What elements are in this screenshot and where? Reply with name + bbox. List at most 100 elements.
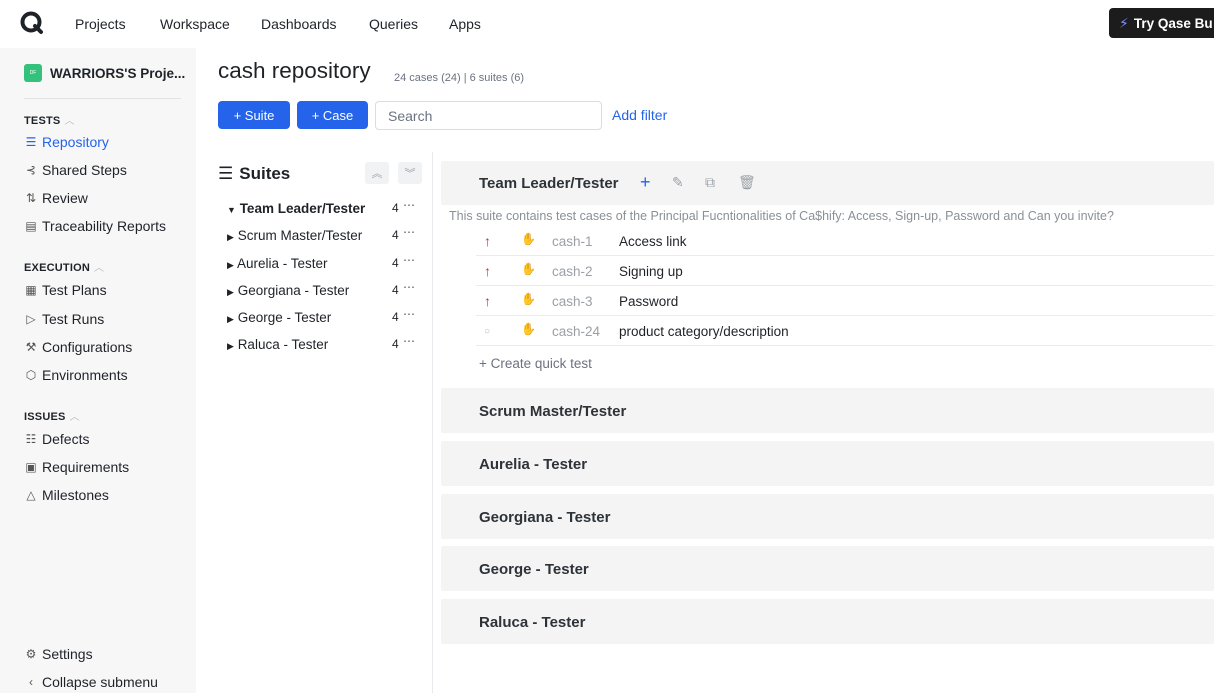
section-issues-label: ISSUES	[24, 411, 66, 423]
try-qase-label: Try Qase Bu	[1133, 15, 1213, 31]
suite-header[interactable]: Georgiana - Tester	[441, 494, 1214, 539]
sidebar-item-defects[interactable]: ☷ Defects	[24, 431, 90, 447]
more-icon[interactable]: ⋯	[403, 198, 415, 212]
more-icon[interactable]: ⋯	[403, 307, 415, 321]
add-suite-button[interactable]: + Suite	[218, 101, 290, 129]
sidebar-item-label: Shared Steps	[42, 162, 127, 178]
hand-icon: ✋	[521, 322, 536, 336]
sidebar-item-review[interactable]: ⇅ Review	[24, 190, 88, 206]
project-badge: DF	[24, 64, 42, 82]
requirements-icon: ▣	[25, 460, 37, 474]
caret-right-icon: ▶	[227, 232, 234, 242]
sidebar-item-settings[interactable]: ⚙ Settings	[24, 646, 93, 662]
clone-icon[interactable]: ⧉	[705, 174, 715, 191]
case-title[interactable]: product category/description	[619, 324, 789, 339]
table-row[interactable]: ↑ ✋ cash-2 Signing up	[476, 256, 1214, 286]
arrow-up-icon: ↑	[484, 263, 491, 279]
circle-icon: ○	[484, 326, 491, 337]
case-title[interactable]: Signing up	[619, 264, 683, 279]
suite-tree-label: Team Leader/Tester	[239, 201, 366, 216]
sidebar-item-test-plans[interactable]: ▦ Test Plans	[24, 282, 107, 298]
hand-icon: ✋	[521, 262, 536, 276]
sidebar-divider	[24, 98, 181, 99]
add-icon[interactable]: +	[640, 172, 651, 193]
sidebar-item-configurations[interactable]: ⚒ Configurations	[24, 339, 133, 355]
table-row[interactable]: ↑ ✋ cash-1 Access link	[476, 226, 1214, 256]
case-title[interactable]: Access link	[619, 234, 687, 249]
suite-header[interactable]: Raluca - Tester	[441, 599, 1214, 644]
nav-apps[interactable]: Apps	[449, 16, 481, 32]
trash-icon[interactable]: 🗑	[738, 174, 756, 191]
sidebar-item-label: Test Plans	[42, 282, 107, 298]
table-row[interactable]: ↑ ✋ cash-3 Password	[476, 286, 1214, 316]
try-qase-button[interactable]: ⚡ Try Qase Bu	[1109, 8, 1214, 38]
case-id: cash-24	[552, 324, 601, 339]
edit-icon[interactable]: ✎	[672, 174, 684, 191]
suite-count: 4	[392, 201, 399, 215]
sidebar-item-label: Settings	[42, 646, 93, 662]
case-id: cash-1	[552, 234, 593, 249]
suite-title: Georgiana - Tester	[479, 509, 611, 526]
arrow-up-icon: ↑	[484, 293, 491, 309]
menu-icon: ☰	[218, 164, 234, 183]
nav-workspace[interactable]: Workspace	[160, 16, 230, 32]
sidebar-item-label: Requirements	[42, 459, 130, 475]
sidebar-item-test-runs[interactable]: ▷ Test Runs	[24, 311, 104, 327]
sidebar-item-traceability[interactable]: ▤ Traceability Reports	[24, 218, 166, 234]
chevron-up-icon: ︿	[93, 263, 105, 274]
create-quick-test-link[interactable]: + Create quick test	[479, 356, 592, 371]
suite-header[interactable]: Team Leader/Tester	[441, 161, 1214, 205]
add-case-button[interactable]: + Case	[297, 101, 368, 129]
arrow-up-icon: ↑	[484, 233, 491, 249]
panel-divider	[432, 152, 433, 693]
suite-count: 4	[392, 283, 399, 297]
nav-projects[interactable]: Projects	[75, 16, 126, 32]
suite-header[interactable]: Scrum Master/Tester	[441, 388, 1214, 433]
suite-tree-label: Raluca - Tester	[237, 337, 329, 352]
table-row[interactable]: ○ ✋ cash-24 product category/description	[476, 316, 1214, 346]
caret-down-icon: ▼	[227, 205, 236, 215]
sidebar-item-label: Test Runs	[42, 311, 105, 327]
project-name: WARRIORS'S Proje...	[50, 65, 186, 81]
nav-dashboards[interactable]: Dashboards	[261, 16, 337, 32]
nav-queries[interactable]: Queries	[369, 16, 418, 32]
sidebar-item-environments[interactable]: ⬡ Environments	[24, 367, 128, 383]
sidebar-item-milestones[interactable]: △ Milestones	[24, 487, 109, 503]
suite-header[interactable]: Aurelia - Tester	[441, 441, 1214, 486]
chevron-up-icon: ︿	[69, 412, 80, 423]
suite-count: 4	[392, 310, 399, 324]
caret-right-icon: ▶	[227, 287, 234, 297]
triangle-icon: △	[26, 488, 36, 502]
project-switcher[interactable]: DF WARRIORS'S Proje...	[24, 64, 185, 82]
case-id: cash-2	[552, 264, 593, 279]
suite-tree-label: Georgiana - Tester	[237, 283, 350, 298]
suite-header[interactable]: George - Tester	[441, 546, 1214, 591]
section-issues-header[interactable]: ISSUES ︿	[24, 408, 80, 423]
collapse-all-icon[interactable]: ︽	[365, 162, 389, 184]
sidebar-item-label: Configurations	[42, 339, 133, 355]
caret-right-icon: ▶	[227, 341, 234, 351]
search-input[interactable]: Search	[375, 101, 602, 130]
defects-icon: ☷	[25, 432, 37, 446]
section-execution-header[interactable]: EXECUTION ︿	[24, 259, 104, 274]
more-icon[interactable]: ⋯	[403, 225, 415, 239]
sidebar-item-shared-steps[interactable]: ⊰ Shared Steps	[24, 162, 127, 178]
sidebar-item-label: Environments	[42, 367, 128, 383]
add-filter-link[interactable]: Add filter	[612, 107, 667, 123]
sidebar-item-repository[interactable]: ☰ Repository	[24, 134, 109, 150]
qase-logo[interactable]	[20, 11, 44, 35]
case-title[interactable]: Password	[619, 294, 678, 309]
more-icon[interactable]: ⋯	[403, 280, 415, 294]
more-icon[interactable]: ⋯	[403, 334, 415, 348]
hand-icon: ✋	[521, 232, 536, 246]
expand-all-icon[interactable]: ︾	[398, 162, 422, 184]
suite-tree-label: Aurelia - Tester	[236, 256, 328, 271]
sidebar-item-requirements[interactable]: ▣ Requirements	[24, 459, 129, 475]
section-tests-header[interactable]: TESTS ︿	[24, 112, 75, 127]
review-icon: ⇅	[25, 191, 37, 205]
collapse-submenu-button[interactable]: ‹ Collapse submenu	[24, 674, 158, 690]
shared-steps-icon: ⊰	[25, 163, 37, 177]
more-icon[interactable]: ⋯	[403, 253, 415, 267]
suite-count: 4	[392, 337, 399, 351]
sidebar-item-label: Repository	[42, 134, 109, 150]
